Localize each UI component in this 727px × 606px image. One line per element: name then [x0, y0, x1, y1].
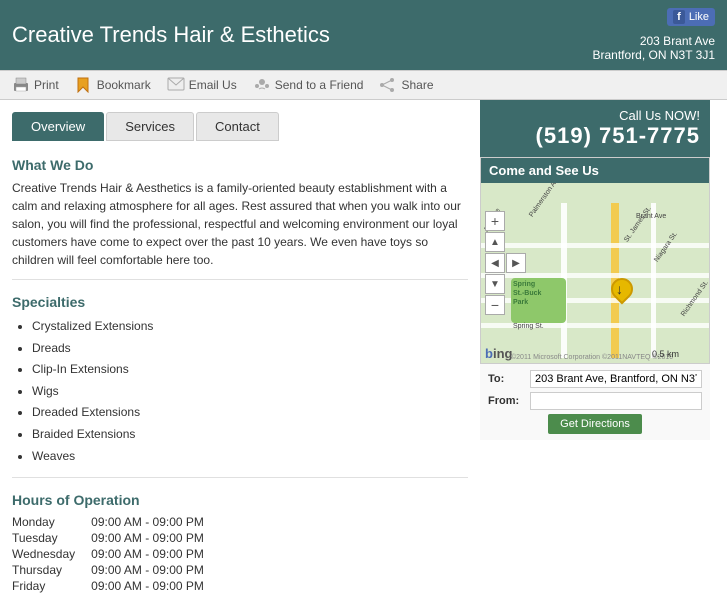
- business-name: Creative Trends Hair & Esthetics: [12, 22, 330, 48]
- call-box: Call Us NOW! (519) 751-7775: [480, 100, 710, 157]
- call-now-label: Call Us NOW!: [490, 108, 700, 123]
- share-button[interactable]: Share: [379, 77, 433, 93]
- map-zoom-in-button[interactable]: +: [485, 211, 505, 231]
- bookmark-icon: [75, 77, 93, 93]
- hours-time: 09:00 AM - 09:00 PM: [91, 546, 220, 562]
- address-line1: 203 Brant Ave: [593, 34, 716, 48]
- specialty-item: Dreaded Extensions: [32, 402, 468, 424]
- marker-arrow-icon: ↓: [616, 281, 623, 297]
- address-block: 203 Brant Ave Brantford, ON N3T 3J1: [593, 34, 716, 62]
- hours-day: Tuesday: [12, 530, 91, 546]
- email-icon: [167, 77, 185, 93]
- map-copyright: ©2011 Microsoft Corporation ©2011NAVTEQ …: [511, 354, 673, 361]
- bing-logo: bing: [485, 346, 512, 361]
- hours-table: Monday09:00 AM - 09:00 PMTuesday09:00 AM…: [12, 514, 220, 594]
- hours-row: Monday09:00 AM - 09:00 PM: [12, 514, 220, 530]
- content-area: Overview Services Contact What We Do Cre…: [0, 100, 480, 606]
- hours-day: Thursday: [12, 562, 91, 578]
- get-directions-button[interactable]: Get Directions: [548, 414, 642, 434]
- divider-1: [12, 279, 468, 280]
- hours-time: 09:00 AM - 09:00 PM: [91, 562, 220, 578]
- main-layout: Overview Services Contact What We Do Cre…: [0, 100, 727, 606]
- share-label: Share: [401, 78, 433, 92]
- navigation-tabs: Overview Services Contact: [12, 112, 468, 141]
- right-panel: Call Us NOW! (519) 751-7775 Come and See…: [480, 100, 710, 606]
- map-marker: ↓: [611, 278, 637, 304]
- send-icon: [253, 77, 271, 93]
- directions-from-input[interactable]: [530, 392, 702, 410]
- map-pan-right-button[interactable]: ▶: [506, 253, 526, 273]
- specialty-item: Braided Extensions: [32, 424, 468, 446]
- specialty-item: Crystalized Extensions: [32, 316, 468, 338]
- hours-day: Friday: [12, 578, 91, 594]
- hours-heading: Hours of Operation: [12, 492, 468, 508]
- map-scale: 0.5 km: [652, 349, 679, 359]
- what-we-do-text: Creative Trends Hair & Aesthetics is a f…: [12, 179, 468, 269]
- to-label: To:: [488, 373, 526, 385]
- address-line2: Brantford, ON N3T 3J1: [593, 48, 716, 62]
- directions-to-input[interactable]: [530, 370, 702, 388]
- map-pan-lr: ◀ ▶: [485, 253, 526, 273]
- specialties-list: Crystalized ExtensionsDreadsClip-In Exte…: [12, 316, 468, 467]
- specialty-item: Dreads: [32, 338, 468, 360]
- hours-time: 09:00 AM - 09:00 PM: [91, 530, 220, 546]
- map-pan-up-button[interactable]: ▲: [485, 232, 505, 252]
- action-toolbar: Print Bookmark Email Us Send to a Friend…: [0, 70, 727, 100]
- hours-day: Wednesday: [12, 546, 91, 562]
- send-friend-label: Send to a Friend: [275, 78, 364, 92]
- page-header: Creative Trends Hair & Esthetics f Like …: [0, 0, 727, 70]
- share-icon: [379, 77, 397, 93]
- hours-time: 09:00 AM - 09:00 PM: [91, 578, 220, 594]
- specialty-item: Clip-In Extensions: [32, 359, 468, 381]
- map-pan-left-button[interactable]: ◀: [485, 253, 505, 273]
- bookmark-button[interactable]: Bookmark: [75, 77, 151, 93]
- send-friend-button[interactable]: Send to a Friend: [253, 77, 364, 93]
- hours-row: Tuesday09:00 AM - 09:00 PM: [12, 530, 220, 546]
- specialty-item: Wigs: [32, 381, 468, 403]
- tab-services[interactable]: Services: [106, 112, 194, 141]
- email-label: Email Us: [189, 78, 237, 92]
- what-we-do-heading: What We Do: [12, 157, 468, 173]
- specialty-item: Weaves: [32, 446, 468, 468]
- map-box: Come and See Us Road Aerial Sp: [480, 157, 710, 364]
- map-controls[interactable]: + ▲ ◀ ▶ ▼ −: [485, 211, 526, 315]
- map-area: Road Aerial SpringSt.-BuckPark Spring St…: [481, 183, 709, 363]
- facebook-like-button[interactable]: f Like: [667, 8, 715, 26]
- bookmark-label: Bookmark: [97, 78, 151, 92]
- print-label: Print: [34, 78, 59, 92]
- hours-row: Thursday09:00 AM - 09:00 PM: [12, 562, 220, 578]
- print-icon: [12, 77, 30, 93]
- hours-time: 09:00 AM - 09:00 PM: [91, 514, 220, 530]
- hours-day: Monday: [12, 514, 91, 530]
- map-zoom-out-button[interactable]: −: [485, 295, 505, 315]
- directions-to-row: To:: [488, 370, 702, 388]
- print-button[interactable]: Print: [12, 77, 59, 93]
- hours-row: Friday09:00 AM - 09:00 PM: [12, 578, 220, 594]
- specialties-heading: Specialties: [12, 294, 468, 310]
- map-pan-down-button[interactable]: ▼: [485, 274, 505, 294]
- tab-contact[interactable]: Contact: [196, 112, 279, 141]
- spring-label: Spring St.: [513, 323, 544, 330]
- directions-from-row: From:: [488, 392, 702, 410]
- email-button[interactable]: Email Us: [167, 77, 237, 93]
- hours-row: Wednesday09:00 AM - 09:00 PM: [12, 546, 220, 562]
- facebook-icon: f: [673, 10, 685, 24]
- from-label: From:: [488, 395, 526, 407]
- divider-2: [12, 477, 468, 478]
- map-road-v2: [651, 203, 656, 358]
- tab-overview[interactable]: Overview: [12, 112, 104, 141]
- directions-box: To: From: Get Directions: [480, 364, 710, 440]
- map-title: Come and See Us: [481, 158, 709, 183]
- phone-number: (519) 751-7775: [490, 123, 700, 149]
